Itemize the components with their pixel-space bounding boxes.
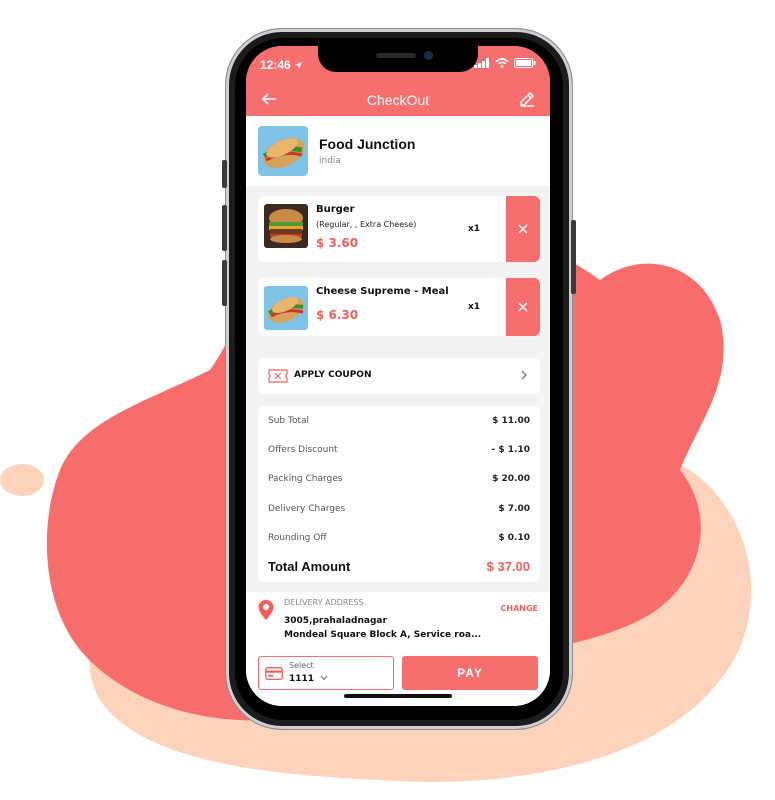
summary-value: - $ 1.10 bbox=[491, 445, 530, 455]
cart-item-name: Cheese Supreme - Meal bbox=[316, 286, 449, 297]
summary-row: Delivery Charges $ 7.00 bbox=[268, 504, 530, 514]
restaurant-card[interactable]: Food Junction india bbox=[246, 116, 550, 186]
cart-item-price: $ 6.30 bbox=[316, 308, 359, 322]
address-line-2: Mondeal Square Block A, Service roa... bbox=[284, 630, 482, 640]
home-indicator bbox=[344, 694, 452, 698]
status-time: 12:46 bbox=[260, 58, 303, 72]
status-time-text: 12:46 bbox=[260, 58, 291, 72]
sandwich-image bbox=[264, 286, 308, 330]
payment-bar: Select 1111 PAY bbox=[246, 652, 550, 706]
summary-label: Delivery Charges bbox=[268, 504, 346, 514]
restaurant-location: india bbox=[319, 156, 341, 166]
payment-method-select[interactable]: Select 1111 bbox=[258, 656, 394, 690]
remove-item-button[interactable] bbox=[506, 278, 540, 336]
summary-row: Offers Discount - $ 1.10 bbox=[268, 445, 530, 455]
summary-value: $ 0.10 bbox=[498, 533, 530, 543]
restaurant-name: Food Junction bbox=[319, 136, 416, 152]
summary-label: Packing Charges bbox=[268, 474, 343, 484]
remove-item-button[interactable] bbox=[506, 196, 540, 262]
cart-item-qty[interactable]: x1 bbox=[468, 302, 480, 312]
select-value: 1111 bbox=[289, 674, 328, 684]
change-address-button[interactable]: CHANGE bbox=[501, 604, 538, 613]
summary-value: $ 11.00 bbox=[492, 416, 530, 426]
close-icon bbox=[518, 224, 528, 234]
summary-row: Sub Total $ 11.00 bbox=[268, 416, 530, 426]
total-value: $ 37.00 bbox=[486, 559, 530, 574]
select-label: Select bbox=[289, 661, 314, 670]
total-row: Total Amount $ 37.00 bbox=[268, 559, 530, 574]
address-label: DELIVERY ADDRESS bbox=[284, 598, 364, 607]
burger-image bbox=[264, 204, 308, 248]
cart-item-options: (Regular, , Extra Cheese) bbox=[316, 220, 417, 229]
restaurant-image bbox=[258, 126, 308, 176]
summary-label: Offers Discount bbox=[268, 445, 338, 455]
app-screen: 12:46 CheckOut Food Junction india Burge… bbox=[246, 46, 550, 706]
total-label: Total Amount bbox=[268, 559, 351, 574]
pencil-icon[interactable] bbox=[518, 89, 536, 107]
page-title: CheckOut bbox=[366, 92, 430, 108]
summary-row: Packing Charges $ 20.00 bbox=[268, 474, 530, 484]
phone-notch bbox=[318, 46, 478, 72]
summary-label: Rounding Off bbox=[268, 533, 327, 543]
cart-item-name: Burger bbox=[316, 204, 355, 215]
background-dot-light bbox=[0, 464, 44, 496]
summary-value: $ 20.00 bbox=[492, 474, 530, 484]
apply-coupon-button[interactable]: APPLY COUPON bbox=[258, 358, 540, 394]
phone-side-button bbox=[222, 160, 227, 188]
bill-summary: Sub Total $ 11.00 Offers Discount - $ 1.10… bbox=[258, 406, 540, 582]
cart-item[interactable]: Burger (Regular, , Extra Cheese) $ 3.60 … bbox=[258, 196, 540, 262]
summary-value: $ 7.00 bbox=[498, 504, 530, 514]
cart-item[interactable]: Cheese Supreme - Meal $ 6.30 x1 bbox=[258, 278, 540, 336]
summary-label: Sub Total bbox=[268, 416, 310, 426]
select-value-text: 1111 bbox=[289, 674, 315, 684]
close-icon bbox=[518, 302, 528, 312]
front-camera bbox=[424, 51, 433, 60]
apply-coupon-label: APPLY COUPON bbox=[294, 370, 372, 380]
phone-volume-up bbox=[222, 205, 227, 251]
chevron-right-icon bbox=[521, 370, 527, 380]
battery-icon bbox=[514, 58, 536, 68]
chevron-down-icon bbox=[320, 675, 328, 681]
credit-card-icon bbox=[265, 667, 283, 680]
status-icons bbox=[474, 58, 536, 68]
pay-button[interactable]: PAY bbox=[402, 656, 538, 690]
wifi-icon bbox=[495, 58, 509, 68]
phone-volume-down bbox=[222, 260, 227, 306]
location-arrow-icon bbox=[294, 61, 303, 70]
summary-row: Rounding Off $ 0.10 bbox=[268, 533, 530, 543]
speaker-grille bbox=[376, 53, 416, 58]
address-line-1: 3005,prahaladnagar bbox=[284, 616, 387, 626]
cart-item-price: $ 3.60 bbox=[316, 236, 359, 250]
coupon-ticket-icon bbox=[268, 369, 288, 383]
cart-item-qty[interactable]: x1 bbox=[468, 224, 480, 234]
phone-power-button bbox=[571, 220, 576, 294]
location-pin-icon bbox=[258, 600, 274, 620]
delivery-address: DELIVERY ADDRESS 3005,prahaladnagar Mond… bbox=[246, 592, 550, 652]
